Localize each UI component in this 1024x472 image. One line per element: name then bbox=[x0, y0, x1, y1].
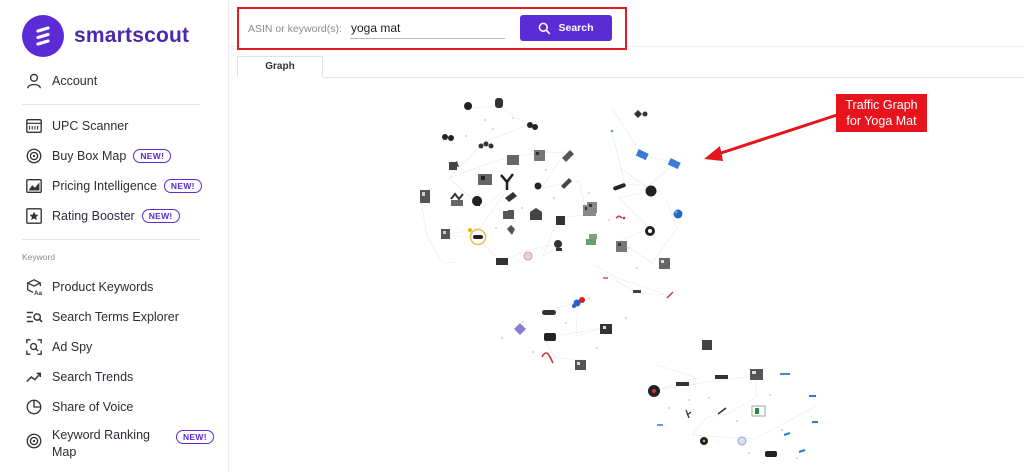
sidebar-divider bbox=[22, 104, 200, 105]
search-bar: ASIN or keyword(s): Search bbox=[237, 7, 627, 50]
sidebar-item-label: Product Keywords bbox=[52, 279, 154, 294]
spy-search-icon bbox=[24, 337, 43, 356]
sidebar-item-label: Buy Box Map bbox=[52, 148, 127, 163]
new-badge: NEW! bbox=[141, 208, 180, 223]
sidebar-item-search-trends[interactable]: Search Trends bbox=[24, 367, 133, 386]
annotation-line-1: Traffic Graph bbox=[845, 98, 918, 112]
sidebar-item-ad-spy[interactable]: Ad Spy bbox=[24, 337, 92, 356]
sidebar-item-label: Search Terms Explorer bbox=[52, 309, 179, 324]
box-keyword-icon: Aa bbox=[24, 277, 43, 296]
graph-node[interactable] bbox=[495, 98, 503, 108]
target-icon bbox=[24, 431, 43, 450]
search-input[interactable] bbox=[350, 17, 505, 39]
search-list-icon bbox=[24, 307, 43, 326]
traffic-graph[interactable] bbox=[237, 78, 1024, 472]
graph-edges bbox=[419, 105, 818, 440]
annotation-line-2: for Yoga Mat bbox=[846, 114, 917, 128]
sidebar-item-rating-booster[interactable]: Rating Booster NEW! bbox=[24, 206, 180, 225]
annotation-arrow bbox=[704, 113, 838, 161]
search-button[interactable]: Search bbox=[520, 15, 612, 41]
sidebar-divider bbox=[22, 239, 200, 240]
tab-graph[interactable]: Graph bbox=[237, 56, 323, 78]
barcode-scanner-icon bbox=[24, 116, 43, 135]
price-chart-icon bbox=[24, 176, 43, 195]
trend-line-icon bbox=[24, 367, 43, 386]
sidebar-item-label: Rating Booster bbox=[52, 208, 135, 223]
target-icon bbox=[24, 146, 43, 165]
user-icon bbox=[24, 71, 43, 90]
sidebar-item-account[interactable]: Account bbox=[24, 71, 97, 90]
app-root: smartscout Account UPC Scanner Buy Box M… bbox=[0, 0, 1024, 472]
sidebar-item-label: Map bbox=[52, 445, 77, 459]
traffic-graph-canvas[interactable] bbox=[237, 78, 1024, 472]
star-box-icon bbox=[24, 206, 43, 225]
sidebar-item-label: Keyword Ranking bbox=[52, 428, 150, 442]
search-button-label: Search bbox=[558, 22, 594, 34]
graph-nodes[interactable] bbox=[420, 98, 818, 457]
new-badge: NEW! bbox=[175, 430, 214, 444]
sidebar-item-keyword-ranking-map[interactable]: Keyword Ranking Map NEW! bbox=[24, 427, 214, 461]
brand[interactable]: smartscout bbox=[22, 15, 189, 57]
sidebar-item-buy-box-map[interactable]: Buy Box Map NEW! bbox=[24, 146, 172, 165]
sidebar-item-search-terms-explorer[interactable]: Search Terms Explorer bbox=[24, 307, 179, 326]
pie-icon bbox=[24, 397, 43, 416]
sidebar: smartscout Account UPC Scanner Buy Box M… bbox=[0, 0, 229, 472]
annotation-callout: Traffic Graph for Yoga Mat bbox=[836, 94, 927, 132]
sidebar-item-label: Share of Voice bbox=[52, 399, 134, 414]
sidebar-item-label: Pricing Intelligence bbox=[52, 178, 157, 193]
search-label: ASIN or keyword(s): bbox=[248, 23, 342, 35]
new-badge: NEW! bbox=[133, 148, 172, 163]
sidebar-item-pricing-intelligence[interactable]: Pricing Intelligence NEW! bbox=[24, 176, 202, 195]
svg-text:Aa: Aa bbox=[34, 290, 43, 296]
sidebar-item-share-of-voice[interactable]: Share of Voice bbox=[24, 397, 133, 416]
sidebar-item-upc-scanner[interactable]: UPC Scanner bbox=[24, 116, 128, 135]
graph-dust bbox=[465, 117, 798, 459]
search-icon bbox=[539, 22, 551, 34]
sidebar-item-label: UPC Scanner bbox=[52, 118, 129, 133]
sidebar-item-label: Account bbox=[52, 73, 98, 88]
sidebar-item-product-keywords[interactable]: Aa Product Keywords bbox=[24, 277, 153, 296]
sidebar-section-label: Keyword bbox=[22, 252, 56, 262]
sidebar-item-label: Ad Spy bbox=[52, 339, 93, 354]
new-badge: NEW! bbox=[163, 178, 202, 193]
tab-strip: Graph bbox=[237, 56, 1024, 78]
brand-name: smartscout bbox=[74, 24, 190, 47]
smartscout-logo-icon bbox=[22, 15, 64, 57]
sidebar-item-label: Search Trends bbox=[52, 369, 134, 384]
